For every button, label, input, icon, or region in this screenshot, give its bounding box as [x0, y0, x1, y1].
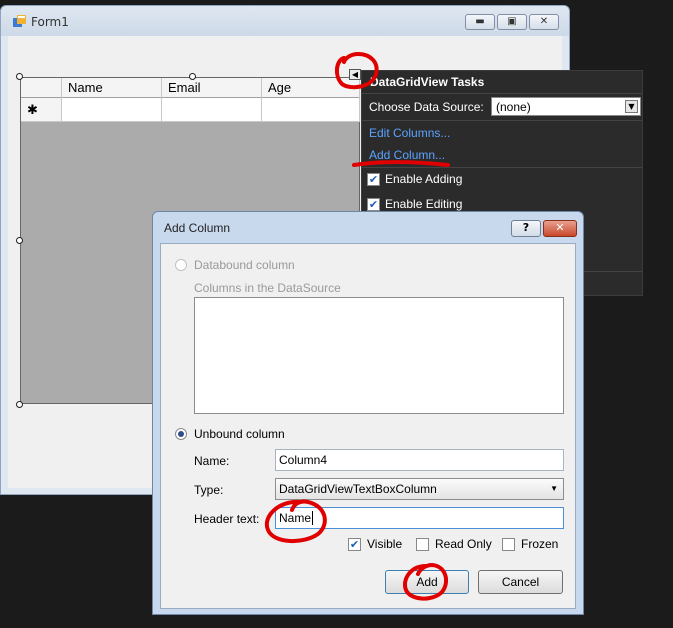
header-text-value: Name [279, 511, 312, 525]
read-only-label: Read Only [435, 537, 492, 551]
close-button[interactable]: ✕ [529, 14, 559, 30]
edit-columns-link[interactable]: Edit Columns... [369, 126, 450, 140]
name-input[interactable]: Column4 [275, 449, 564, 471]
dialog-title: Add Column [164, 221, 231, 235]
header-text-input[interactable]: Name [275, 507, 564, 529]
unbound-column-label: Unbound column [194, 427, 285, 441]
divider [362, 120, 642, 121]
tasks-panel-title: DataGridView Tasks [370, 75, 485, 89]
maximize-icon: ▣ [507, 16, 517, 27]
grid-column-header-email[interactable]: Email [162, 78, 262, 98]
type-label: Type: [194, 483, 224, 497]
divider [362, 93, 642, 94]
chevron-down-icon: ▼ [550, 484, 558, 493]
visible-checkbox[interactable]: ✔ [348, 538, 361, 551]
columns-in-datasource-label: Columns in the DataSource [194, 281, 341, 295]
add-column-link[interactable]: Add Column... [369, 148, 445, 162]
enable-editing-label: Enable Editing [385, 197, 463, 211]
help-icon: ? [522, 221, 530, 234]
read-only-checkbox[interactable] [416, 538, 429, 551]
grid-cell[interactable] [262, 98, 360, 121]
data-source-value: (none) [496, 100, 531, 114]
resize-handle[interactable] [16, 401, 23, 408]
grid-column-header-age[interactable]: Age [262, 78, 360, 98]
name-label: Name: [194, 454, 230, 468]
add-button[interactable]: Add [385, 570, 469, 594]
grid-cell[interactable] [62, 98, 162, 121]
grid-header-row: Name Email Age [21, 78, 360, 98]
type-select[interactable]: DataGridViewTextBoxColumn ▼ [275, 478, 564, 500]
data-source-select[interactable]: (none) ▼ [491, 97, 641, 116]
enable-adding-label: Enable Adding [385, 172, 463, 186]
enable-adding-checkbox[interactable]: ✔ [367, 173, 380, 186]
frozen-checkbox[interactable] [502, 538, 515, 551]
grid-column-header-name[interactable]: Name [62, 78, 162, 98]
minimize-button[interactable]: ▬ [465, 14, 495, 30]
visible-label: Visible [367, 537, 403, 551]
resize-handle[interactable] [189, 73, 196, 80]
divider [362, 167, 642, 168]
row-header-corner [21, 78, 62, 98]
text-caret [312, 511, 314, 525]
maximize-button[interactable]: ▣ [497, 14, 527, 30]
unbound-column-radio[interactable] [175, 428, 187, 440]
help-button[interactable]: ? [511, 220, 541, 237]
frozen-label: Frozen [521, 537, 559, 551]
datasource-columns-list[interactable] [194, 297, 564, 414]
chevron-down-icon[interactable]: ▼ [625, 100, 638, 113]
databound-column-label: Databound column [194, 258, 295, 272]
enable-editing-checkbox[interactable]: ✔ [367, 198, 380, 211]
dialog-body: Databound column Columns in the DataSour… [160, 243, 576, 609]
form1-title: Form1 [31, 15, 69, 29]
add-column-dialog: Add Column ? ✕ Databound column Columns … [152, 211, 584, 615]
close-icon: ✕ [555, 221, 565, 234]
new-row-marker: ✱ [21, 98, 62, 121]
minimize-icon: ▬ [475, 16, 485, 27]
smart-tag-button[interactable]: ◀ [349, 69, 361, 80]
data-source-label: Choose Data Source: [369, 100, 484, 114]
databound-column-radio[interactable] [175, 259, 187, 271]
smart-tag-arrow-icon: ◀ [351, 70, 359, 79]
resize-handle[interactable] [16, 73, 23, 80]
form1-titlebar: Form1 ▬ ▣ ✕ [1, 6, 569, 36]
cancel-button[interactable]: Cancel [478, 570, 563, 594]
close-icon: ✕ [539, 16, 549, 27]
grid-new-row[interactable]: ✱ [21, 98, 360, 122]
type-value: DataGridViewTextBoxColumn [279, 482, 437, 496]
header-text-label: Header text: [194, 512, 260, 526]
resize-handle[interactable] [16, 237, 23, 244]
grid-cell[interactable] [162, 98, 262, 121]
dialog-close-button[interactable]: ✕ [543, 220, 577, 237]
form-app-icon [13, 15, 26, 27]
